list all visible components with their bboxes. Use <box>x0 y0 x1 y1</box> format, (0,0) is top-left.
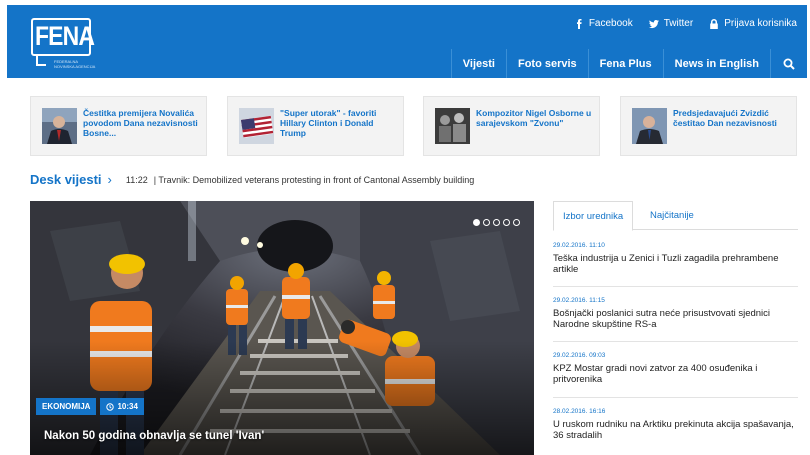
facebook-icon <box>576 18 582 29</box>
category-badge[interactable]: EKONOMIJA <box>36 398 97 415</box>
desk-time: 11:22 <box>125 174 148 185</box>
login-label: Prijava korisnika <box>724 18 797 29</box>
editor-picks-panel: Izbor urednika Najčitanije 29.02.2016. 1… <box>553 201 798 455</box>
nav-fena-plus[interactable]: Fena Plus <box>587 49 663 78</box>
slider-dot[interactable] <box>473 219 480 226</box>
hero-time: 10:34 <box>117 402 138 411</box>
logo-subtext: FEDERALNA NOVINSKA AGENCIJA <box>54 59 96 69</box>
teaser-card[interactable]: Čestitka premijera Novalića povodom Dana… <box>30 96 207 156</box>
news-item[interactable]: 29.02.2016. 11:15 Bošnjački poslanici su… <box>553 297 798 330</box>
tab-najcitanije[interactable]: Najčitanije <box>641 201 703 230</box>
news-title[interactable]: KPZ Mostar gradi novi zatvor za 400 osuđ… <box>553 363 798 385</box>
news-item[interactable]: 29.02.2016. 11:10 Teška industrija u Zen… <box>553 242 798 275</box>
teaser-text: Kompozitor Nigel Osborne u sarajevskom "… <box>476 108 592 128</box>
slider-dots <box>473 219 520 226</box>
teaser-thumbnail <box>632 108 667 144</box>
top-links: Facebook Twitter Prijava korisnika <box>574 18 797 29</box>
search-button[interactable] <box>770 49 807 78</box>
news-title[interactable]: Bošnjački poslanici sutra neće prisustvo… <box>553 308 798 330</box>
desk-headline[interactable]: | Travnik: Demobilized veterans protesti… <box>154 175 475 185</box>
news-date: 29.02.2016. 11:10 <box>553 242 605 249</box>
news-title[interactable]: Teška industrija u Zenici i Tuzli zagadi… <box>553 253 798 275</box>
divider <box>553 286 798 287</box>
teaser-text: Predsjedavajući Zvizdić čestitao Dan nez… <box>673 108 777 128</box>
teaser-card[interactable]: Kompozitor Nigel Osborne u sarajevskom "… <box>423 96 600 156</box>
hero-badges: EKONOMIJA 10:34 <box>36 398 144 415</box>
login-link[interactable]: Prijava korisnika <box>709 18 797 29</box>
slider-dot[interactable] <box>513 219 520 226</box>
divider <box>553 397 798 398</box>
clock-icon <box>106 402 115 411</box>
slider-dot[interactable] <box>503 219 510 226</box>
teaser-strip: Čestitka premijera Novalića povodom Dana… <box>30 96 797 156</box>
logo-tail <box>36 54 46 66</box>
facebook-label: Facebook <box>588 18 633 29</box>
nav-foto-servis[interactable]: Foto servis <box>505 49 588 78</box>
lock-icon <box>710 18 718 29</box>
fena-logo[interactable]: FENA FEDERALNA NOVINSKA AGENCIJA <box>31 18 97 69</box>
main-nav: Vijesti Foto servis Fena Plus News in En… <box>450 49 807 78</box>
news-item[interactable]: 29.02.2016. 09:03 KPZ Mostar gradi novi … <box>553 352 798 385</box>
news-date: 28.02.2016. 16:16 <box>553 408 606 415</box>
hero-slider[interactable]: EKONOMIJA 10:34 Nakon 50 godina obnavlja… <box>30 201 534 455</box>
sidebar-tabs: Izbor urednika Najčitanije <box>553 201 798 231</box>
logo-text: FENA <box>35 21 95 51</box>
time-badge: 10:34 <box>100 398 144 415</box>
tab-izbor-urednika[interactable]: Izbor urednika <box>553 201 634 231</box>
news-date: 29.02.2016. 11:15 <box>553 297 605 304</box>
desk-title[interactable]: Desk vijesti <box>30 172 102 187</box>
search-icon <box>783 58 795 70</box>
teaser-thumbnail <box>42 108 77 144</box>
site-header: FENA FEDERALNA NOVINSKA AGENCIJA Faceboo… <box>7 5 807 78</box>
hero-image <box>30 201 534 455</box>
slider-dot[interactable] <box>483 219 490 226</box>
slider-dot[interactable] <box>493 219 500 226</box>
facebook-link[interactable]: Facebook <box>574 18 633 29</box>
nav-vijesti[interactable]: Vijesti <box>450 49 506 78</box>
news-item[interactable]: 28.02.2016. 16:16 U ruskom rudniku na Ar… <box>553 408 798 441</box>
teaser-card[interactable]: "Super utorak" - favoriti Hillary Clinto… <box>227 96 404 156</box>
teaser-text: Čestitka premijera Novalića povodom Dana… <box>83 108 198 138</box>
news-date: 29.02.2016. 09:03 <box>553 352 606 359</box>
twitter-label: Twitter <box>663 18 694 29</box>
teaser-thumbnail <box>435 108 470 144</box>
teaser-text: "Super utorak" - favoriti Hillary Clinto… <box>280 108 377 138</box>
chevron-right-icon[interactable]: › <box>108 172 112 187</box>
hero-title[interactable]: Nakon 50 godina obnavlja se tunel 'Ivan' <box>44 430 264 442</box>
nav-news-in-english[interactable]: News in English <box>662 49 770 78</box>
desk-ticker: Desk vijesti › 11:22 | Travnik: Demobili… <box>30 172 474 187</box>
teaser-card[interactable]: Predsjedavajući Zvizdić čestitao Dan nez… <box>620 96 797 156</box>
news-title[interactable]: U ruskom rudniku na Arktiku prekinuta ak… <box>553 419 798 441</box>
divider <box>553 341 798 342</box>
twitter-icon <box>648 19 659 28</box>
twitter-link[interactable]: Twitter <box>648 18 694 29</box>
teaser-thumbnail <box>239 108 274 144</box>
